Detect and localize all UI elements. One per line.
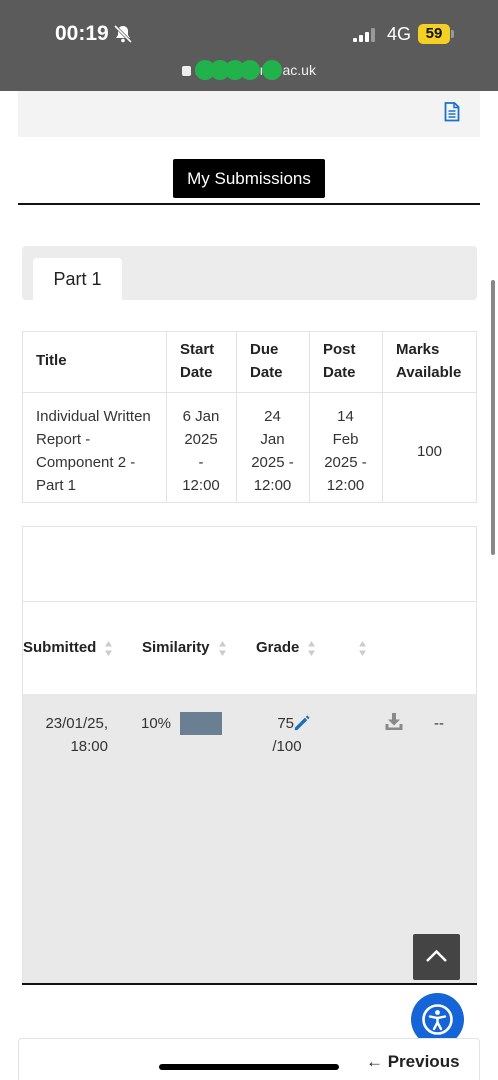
row-divider: [23, 392, 476, 393]
header-post-line2: Date: [323, 364, 356, 381]
header-due-line1: Due: [250, 341, 279, 358]
cell-due-line: 12:00: [253, 477, 292, 494]
cell-title-line: Part 1: [36, 477, 77, 494]
home-indicator[interactable]: [159, 1064, 339, 1070]
header-post-line1: Post: [323, 341, 356, 358]
lock-icon: [182, 66, 192, 76]
sort-icon[interactable]: [218, 640, 227, 657]
header-marks-line1: Marks: [396, 341, 440, 358]
clock: 00:19: [55, 22, 109, 45]
cell-post-line: 12:00: [326, 477, 365, 494]
cell-post-line: 2025 -: [324, 454, 367, 471]
cell-start-line: 6 Jan: [182, 408, 220, 425]
cell-start-line: 12:00: [182, 477, 220, 494]
cell-grade-total: /100: [272, 738, 302, 755]
document-icon[interactable]: [444, 102, 460, 122]
scrollbar[interactable]: [491, 280, 495, 555]
bell-muted-icon: [113, 24, 133, 44]
cell-title-line: Component 2 -: [36, 454, 136, 471]
status-bar: 00:19 4G 59 rriac.uk: [0, 0, 498, 91]
cell-start-line: 2025: [184, 431, 218, 448]
header-title: Title: [36, 352, 67, 369]
cell-title-line: Individual Written: [36, 408, 151, 425]
header-grade[interactable]: Grade: [256, 639, 299, 656]
similarity-bar[interactable]: [180, 712, 222, 735]
download-icon[interactable]: [384, 712, 404, 732]
cell-grade-value: 75: [277, 715, 294, 732]
url-bar[interactable]: rriac.uk: [0, 60, 498, 80]
cell-title-line: Report -: [36, 431, 91, 448]
top-strip: [18, 91, 480, 137]
signal-icon: [353, 28, 375, 42]
previous-link[interactable]: ← Previous: [366, 1052, 460, 1072]
cell-due-line: 24: [264, 408, 281, 425]
header-submitted[interactable]: Submitted: [23, 639, 96, 656]
cell-post-line: Feb: [332, 431, 359, 448]
tab-part-1[interactable]: Part 1: [33, 258, 122, 300]
sort-icon[interactable]: [358, 640, 367, 657]
cell-submitted-time: 18:00: [70, 738, 108, 755]
cell-due-line: Jan: [260, 431, 285, 448]
sort-icon[interactable]: [104, 640, 113, 657]
cell-submitted-date: 23/01/25,: [45, 715, 108, 732]
network-type: 4G: [387, 24, 412, 44]
redaction-mark: [239, 60, 260, 80]
column-divider: [382, 332, 383, 502]
divider: [22, 983, 477, 985]
divider: [22, 601, 477, 602]
header-due-line2: Date: [250, 364, 283, 381]
header-start-line1: Start: [180, 341, 215, 358]
cell-post-line: 14: [337, 408, 354, 425]
cell-due-line: 2025 -: [251, 454, 294, 471]
sort-icon[interactable]: [307, 640, 316, 657]
header-similarity[interactable]: Similarity: [142, 639, 210, 656]
chevron-up-icon: [426, 949, 447, 962]
battery: 59: [418, 24, 454, 44]
battery-level: 59: [418, 24, 450, 44]
cell-extra: --: [434, 715, 444, 732]
redaction-mark: [262, 60, 283, 80]
url-suffix: ac.uk: [282, 62, 316, 78]
cell-marks-available: 100: [416, 443, 443, 460]
header-start-line2: Date: [180, 364, 213, 381]
cell-start-line: -: [198, 454, 204, 471]
my-submissions-button[interactable]: My Submissions: [173, 159, 325, 198]
header-marks-line2: Available: [396, 364, 462, 381]
pencil-icon[interactable]: [292, 714, 311, 733]
scroll-to-top-button[interactable]: [413, 934, 460, 980]
cell-similarity[interactable]: 10%: [141, 712, 171, 735]
divider: [18, 203, 480, 205]
